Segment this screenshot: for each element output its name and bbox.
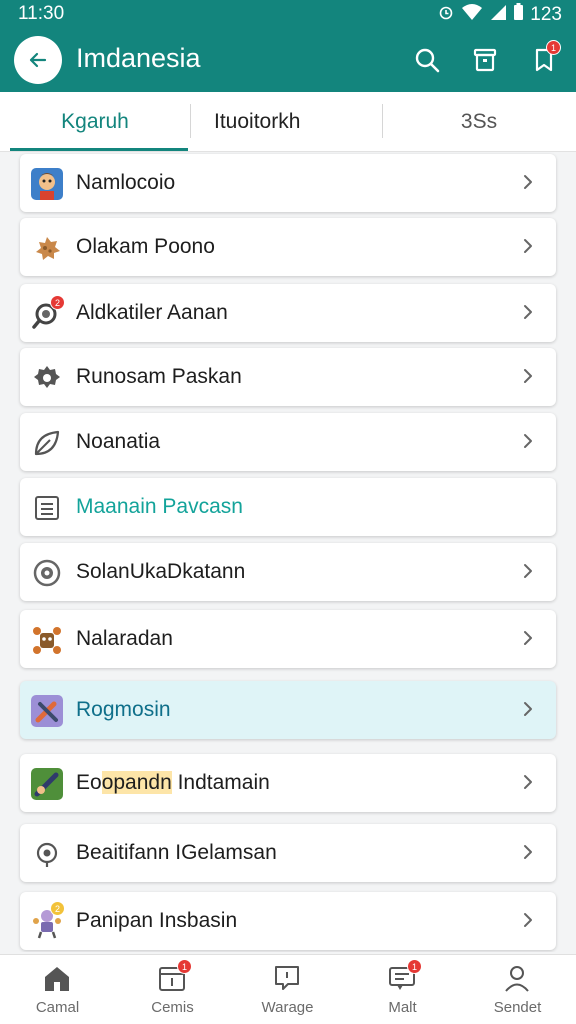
puppet-icon: 2 [30, 901, 65, 939]
list-item-label: Rogmosin [76, 698, 171, 721]
nav-label: Cemis [151, 999, 194, 1016]
active-tab-indicator [10, 148, 188, 151]
nav-badge: 1 [177, 959, 192, 974]
list-item[interactable]: Namlocoio [20, 154, 556, 212]
chevron-right-icon [524, 913, 532, 927]
label-highlight: opandn [101, 771, 172, 794]
home-icon [40, 963, 74, 993]
list-item[interactable]: 2 Panipan Insbasin [20, 892, 556, 950]
tab-ituoitorkh[interactable]: Ituoitorkh [190, 92, 382, 152]
list-item[interactable]: Beaitifann IGelamsan [20, 824, 556, 882]
target-icon [30, 556, 64, 590]
battery-level: 123 [530, 4, 562, 25]
list-item-label: Maanain Pavcasn [76, 495, 243, 518]
magnifier-alert-icon: 2 [30, 295, 65, 331]
list-item-selected[interactable]: Rogmosin [20, 681, 556, 739]
notification-badge: 1 [546, 40, 561, 55]
nav-item-cemis[interactable]: 1 Cemis [115, 955, 230, 1024]
list-item-label: Beaitifann IGelamsan [76, 841, 277, 864]
list-item-label: Panipan Insbasin [76, 909, 238, 932]
list-item-label: Olakam Poono [76, 235, 215, 258]
chevron-right-icon [524, 434, 532, 448]
list-item[interactable]: Noanatia [20, 413, 556, 471]
list-item[interactable]: Olakam Poono [20, 218, 556, 276]
item-badge: 2 [50, 295, 65, 310]
chevron-right-icon [524, 564, 532, 578]
robot-icon [30, 623, 64, 657]
label-prefix: Eo [76, 771, 102, 794]
list-item-label: Nalaradan [76, 627, 173, 650]
tab-3ss[interactable]: 3Ss [382, 92, 576, 152]
arrow-left-icon [29, 52, 47, 68]
profile-icon [500, 963, 534, 993]
top-bar: 11:30 123 Imdanesia 1 [0, 0, 576, 92]
game-art-icon [30, 767, 64, 801]
nav-item-malt[interactable]: 1 Malt [345, 955, 460, 1024]
nav-label: Warage [261, 999, 314, 1016]
list-item-label: Noanatia [76, 430, 161, 453]
chevron-right-icon [524, 369, 532, 383]
list-item-label: Eoopandn Indtamain [76, 771, 270, 795]
status-time: 11:30 [18, 3, 65, 24]
archive-icon [473, 48, 497, 72]
chevron-right-icon [524, 175, 532, 189]
message-icon: 1 [385, 959, 422, 993]
list-item[interactable]: Eoopandn Indtamain [20, 754, 556, 812]
list-item-label: Namlocoio [76, 171, 176, 194]
search-button[interactable] [409, 42, 445, 78]
status-bar: 11:30 123 [0, 0, 576, 30]
cookie-icon [30, 231, 64, 265]
list-item[interactable]: Maanain Pavcasn [20, 478, 556, 536]
status-icons: 123 [437, 3, 562, 27]
list-item-label: Aldkatiler Aanan [76, 301, 228, 324]
signal-icon [489, 3, 507, 27]
notification-button[interactable]: 1 [526, 40, 562, 78]
nav-label: Malt [388, 999, 417, 1016]
document-icon [30, 491, 64, 525]
gear-icon [30, 361, 64, 395]
item-badge: 2 [50, 901, 65, 916]
back-button[interactable] [14, 36, 62, 84]
label-suffix: Indtamain [171, 771, 270, 794]
list-item-label: SolanUkaDkatann [76, 560, 246, 583]
chevron-right-icon [524, 702, 532, 716]
character-avatar-icon [30, 167, 64, 201]
tab-label: 3Ss [460, 110, 498, 133]
wrench-tool-icon [30, 694, 64, 728]
page-title: Imdanesia [76, 43, 201, 73]
list-item[interactable]: 2 Aldkatiler Aanan [20, 284, 556, 342]
chevron-right-icon [524, 775, 532, 789]
wifi-icon [461, 3, 483, 27]
chevron-right-icon [524, 305, 532, 319]
nav-badge: 1 [407, 959, 422, 974]
tab-label: Kgaruh [61, 110, 129, 133]
chevron-right-icon [524, 239, 532, 253]
list-item[interactable]: Runosam Paskan [20, 348, 556, 406]
nav-item-sendet[interactable]: Sendet [460, 955, 575, 1024]
search-icon [415, 48, 440, 73]
app-bar: Imdanesia 1 [0, 30, 576, 92]
leaf-icon [30, 426, 64, 460]
list-item-label: Runosam Paskan [76, 365, 242, 388]
location-icon [30, 837, 64, 871]
menu-list: Namlocoio Olakam Poono 2 Aldkatiler Aana… [0, 152, 576, 952]
chat-icon [270, 963, 304, 993]
alarm-icon [437, 3, 455, 27]
battery-icon [513, 3, 524, 27]
nav-label: Camal [35, 999, 80, 1016]
bottom-navigation: Camal 1 Cemis Warage 1 Malt Sendet [0, 954, 576, 1024]
tab-kgaruh[interactable]: Kgaruh [0, 92, 190, 152]
nav-item-camal[interactable]: Camal [0, 955, 115, 1024]
nav-label: Sendet [493, 999, 542, 1016]
list-item[interactable]: SolanUkaDkatann [20, 543, 556, 601]
tab-bar: Kgaruh Ituoitorkh 3Ss [0, 92, 576, 152]
nav-item-warage[interactable]: Warage [230, 955, 345, 1024]
list-item[interactable]: Nalaradan [20, 610, 556, 668]
tab-label: Ituoitorkh [214, 110, 301, 133]
archive-button[interactable] [467, 42, 503, 78]
chevron-right-icon [524, 845, 532, 859]
calendar-icon: 1 [155, 959, 192, 993]
chevron-right-icon [524, 631, 532, 645]
